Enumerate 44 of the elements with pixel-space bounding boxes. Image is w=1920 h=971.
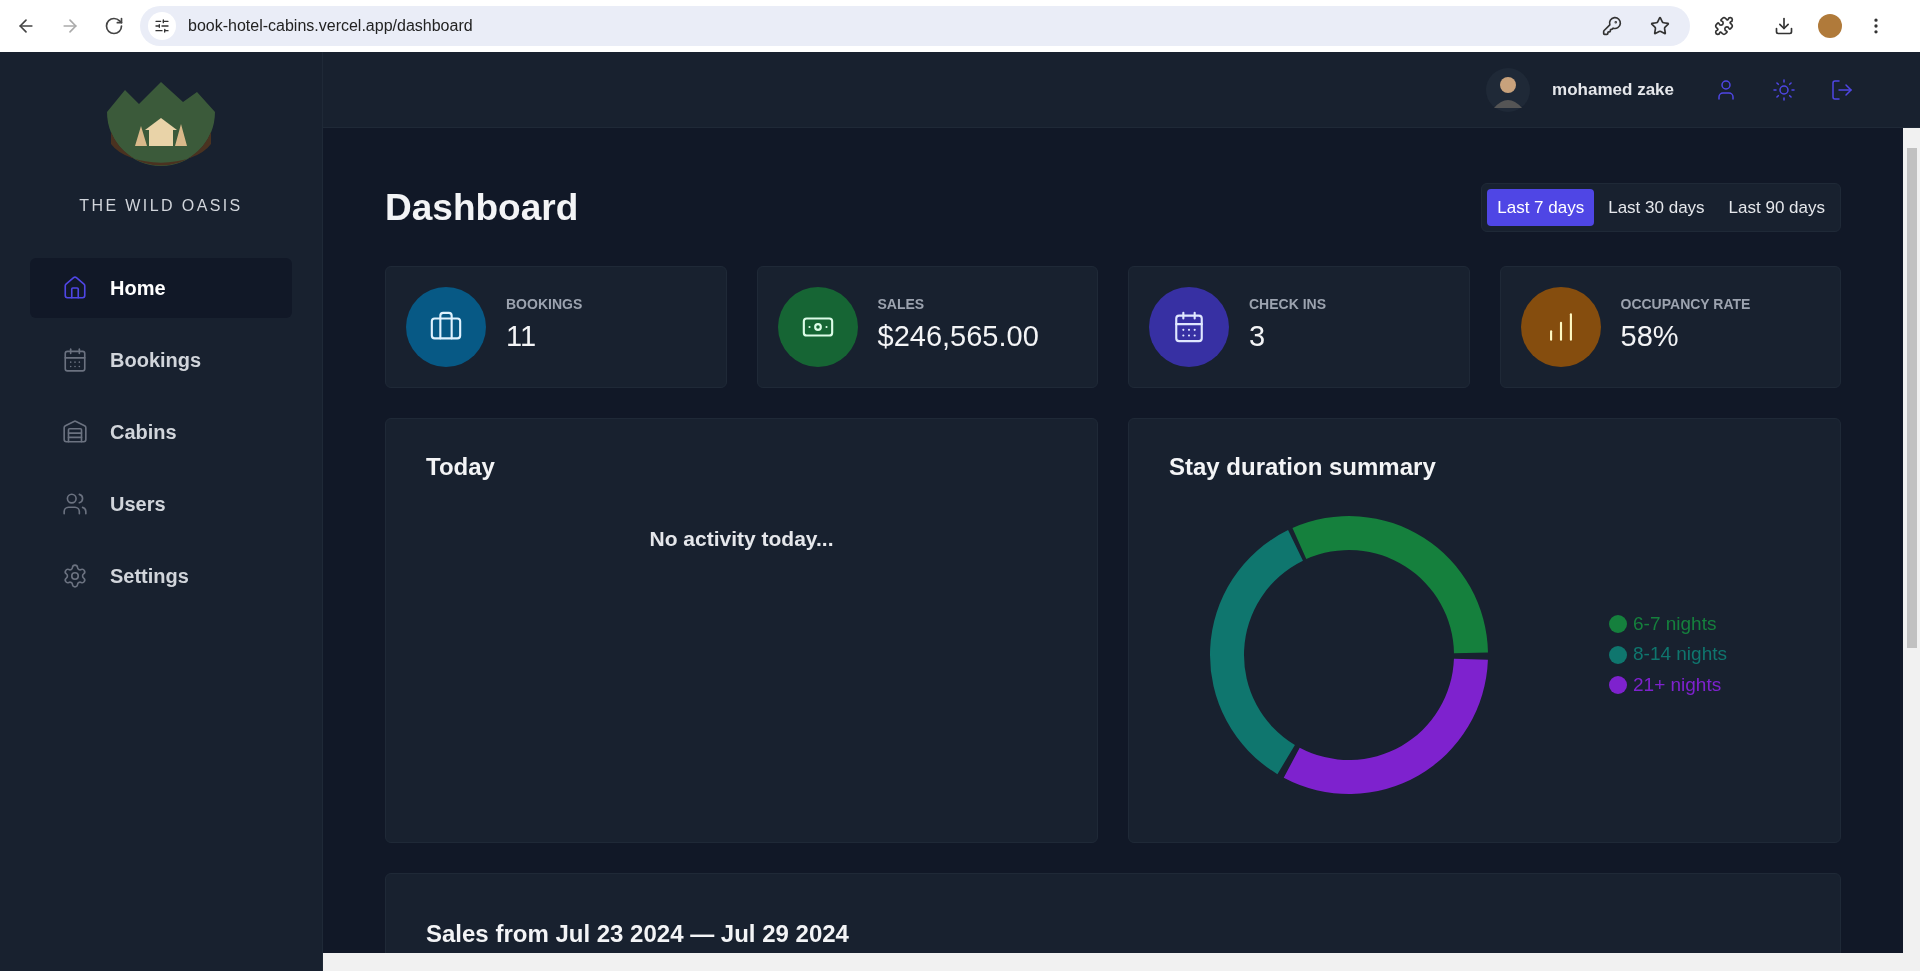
legend-label: 6-7 nights: [1633, 611, 1717, 636]
stat-label: BOOKINGS: [506, 295, 583, 315]
sidebar-item[interactable]: Settings: [30, 546, 292, 606]
empty-message: No activity today...: [648, 525, 835, 552]
stat-value: $246,565.00: [877, 319, 1039, 355]
extensions-icon[interactable]: [1714, 16, 1734, 36]
star-icon[interactable]: [1650, 16, 1670, 36]
url-text: book-hotel-cabins.vercel.app/dashboard: [188, 16, 473, 36]
house-icon: [62, 275, 88, 301]
card-title: Today: [426, 451, 496, 482]
stat-value: 3: [1249, 319, 1267, 355]
card-title: Stay duration summary: [1169, 451, 1437, 482]
stat-value: 11: [506, 319, 538, 355]
card-title: Sales from Jul 23 2024 — Jul 29 2024: [426, 918, 850, 949]
stat-value: 58%: [1620, 319, 1680, 355]
building-icon: [62, 419, 88, 445]
stat-label: OCCUPANCY RATE: [1620, 295, 1751, 315]
calendar-icon: [1172, 309, 1206, 344]
filter-tab[interactable]: Last 30 days: [1598, 189, 1715, 227]
sidebar-item[interactable]: Cabins: [30, 402, 292, 462]
legend-label: 8-14 nights: [1633, 642, 1727, 667]
horizontal-scrollbar[interactable]: [323, 953, 1920, 971]
download-icon[interactable]: [1774, 16, 1794, 36]
settings-icon: [62, 563, 88, 589]
filter-tab[interactable]: Last 7 days: [1487, 189, 1595, 227]
address-bar[interactable]: book-hotel-cabins.vercel.app/dashboard: [140, 6, 1690, 46]
sidebar-item[interactable]: Bookings: [30, 330, 292, 390]
sidebar-item[interactable]: Users: [30, 474, 292, 534]
filter-tab[interactable]: Last 90 days: [1718, 189, 1835, 227]
users-icon: [62, 491, 88, 517]
site-info-icon[interactable]: [154, 18, 170, 34]
stat-label: SALES: [877, 295, 926, 315]
calendar-icon: [62, 347, 88, 373]
stat-label: CHECK INS: [1249, 295, 1326, 315]
key-icon[interactable]: [1602, 16, 1622, 36]
page-title: Dashboard: [385, 186, 579, 230]
profile-avatar[interactable]: [1818, 14, 1842, 38]
vertical-scrollbar[interactable]: [1903, 128, 1920, 953]
user-avatar: [1486, 67, 1531, 112]
reload-icon[interactable]: [104, 16, 124, 36]
brand-name: THE WILD OASIS: [79, 196, 243, 216]
user-name: mohamed zake: [1552, 78, 1674, 101]
sidebar-item[interactable]: Home: [30, 258, 292, 318]
legend-label: 21+ nights: [1633, 672, 1722, 697]
